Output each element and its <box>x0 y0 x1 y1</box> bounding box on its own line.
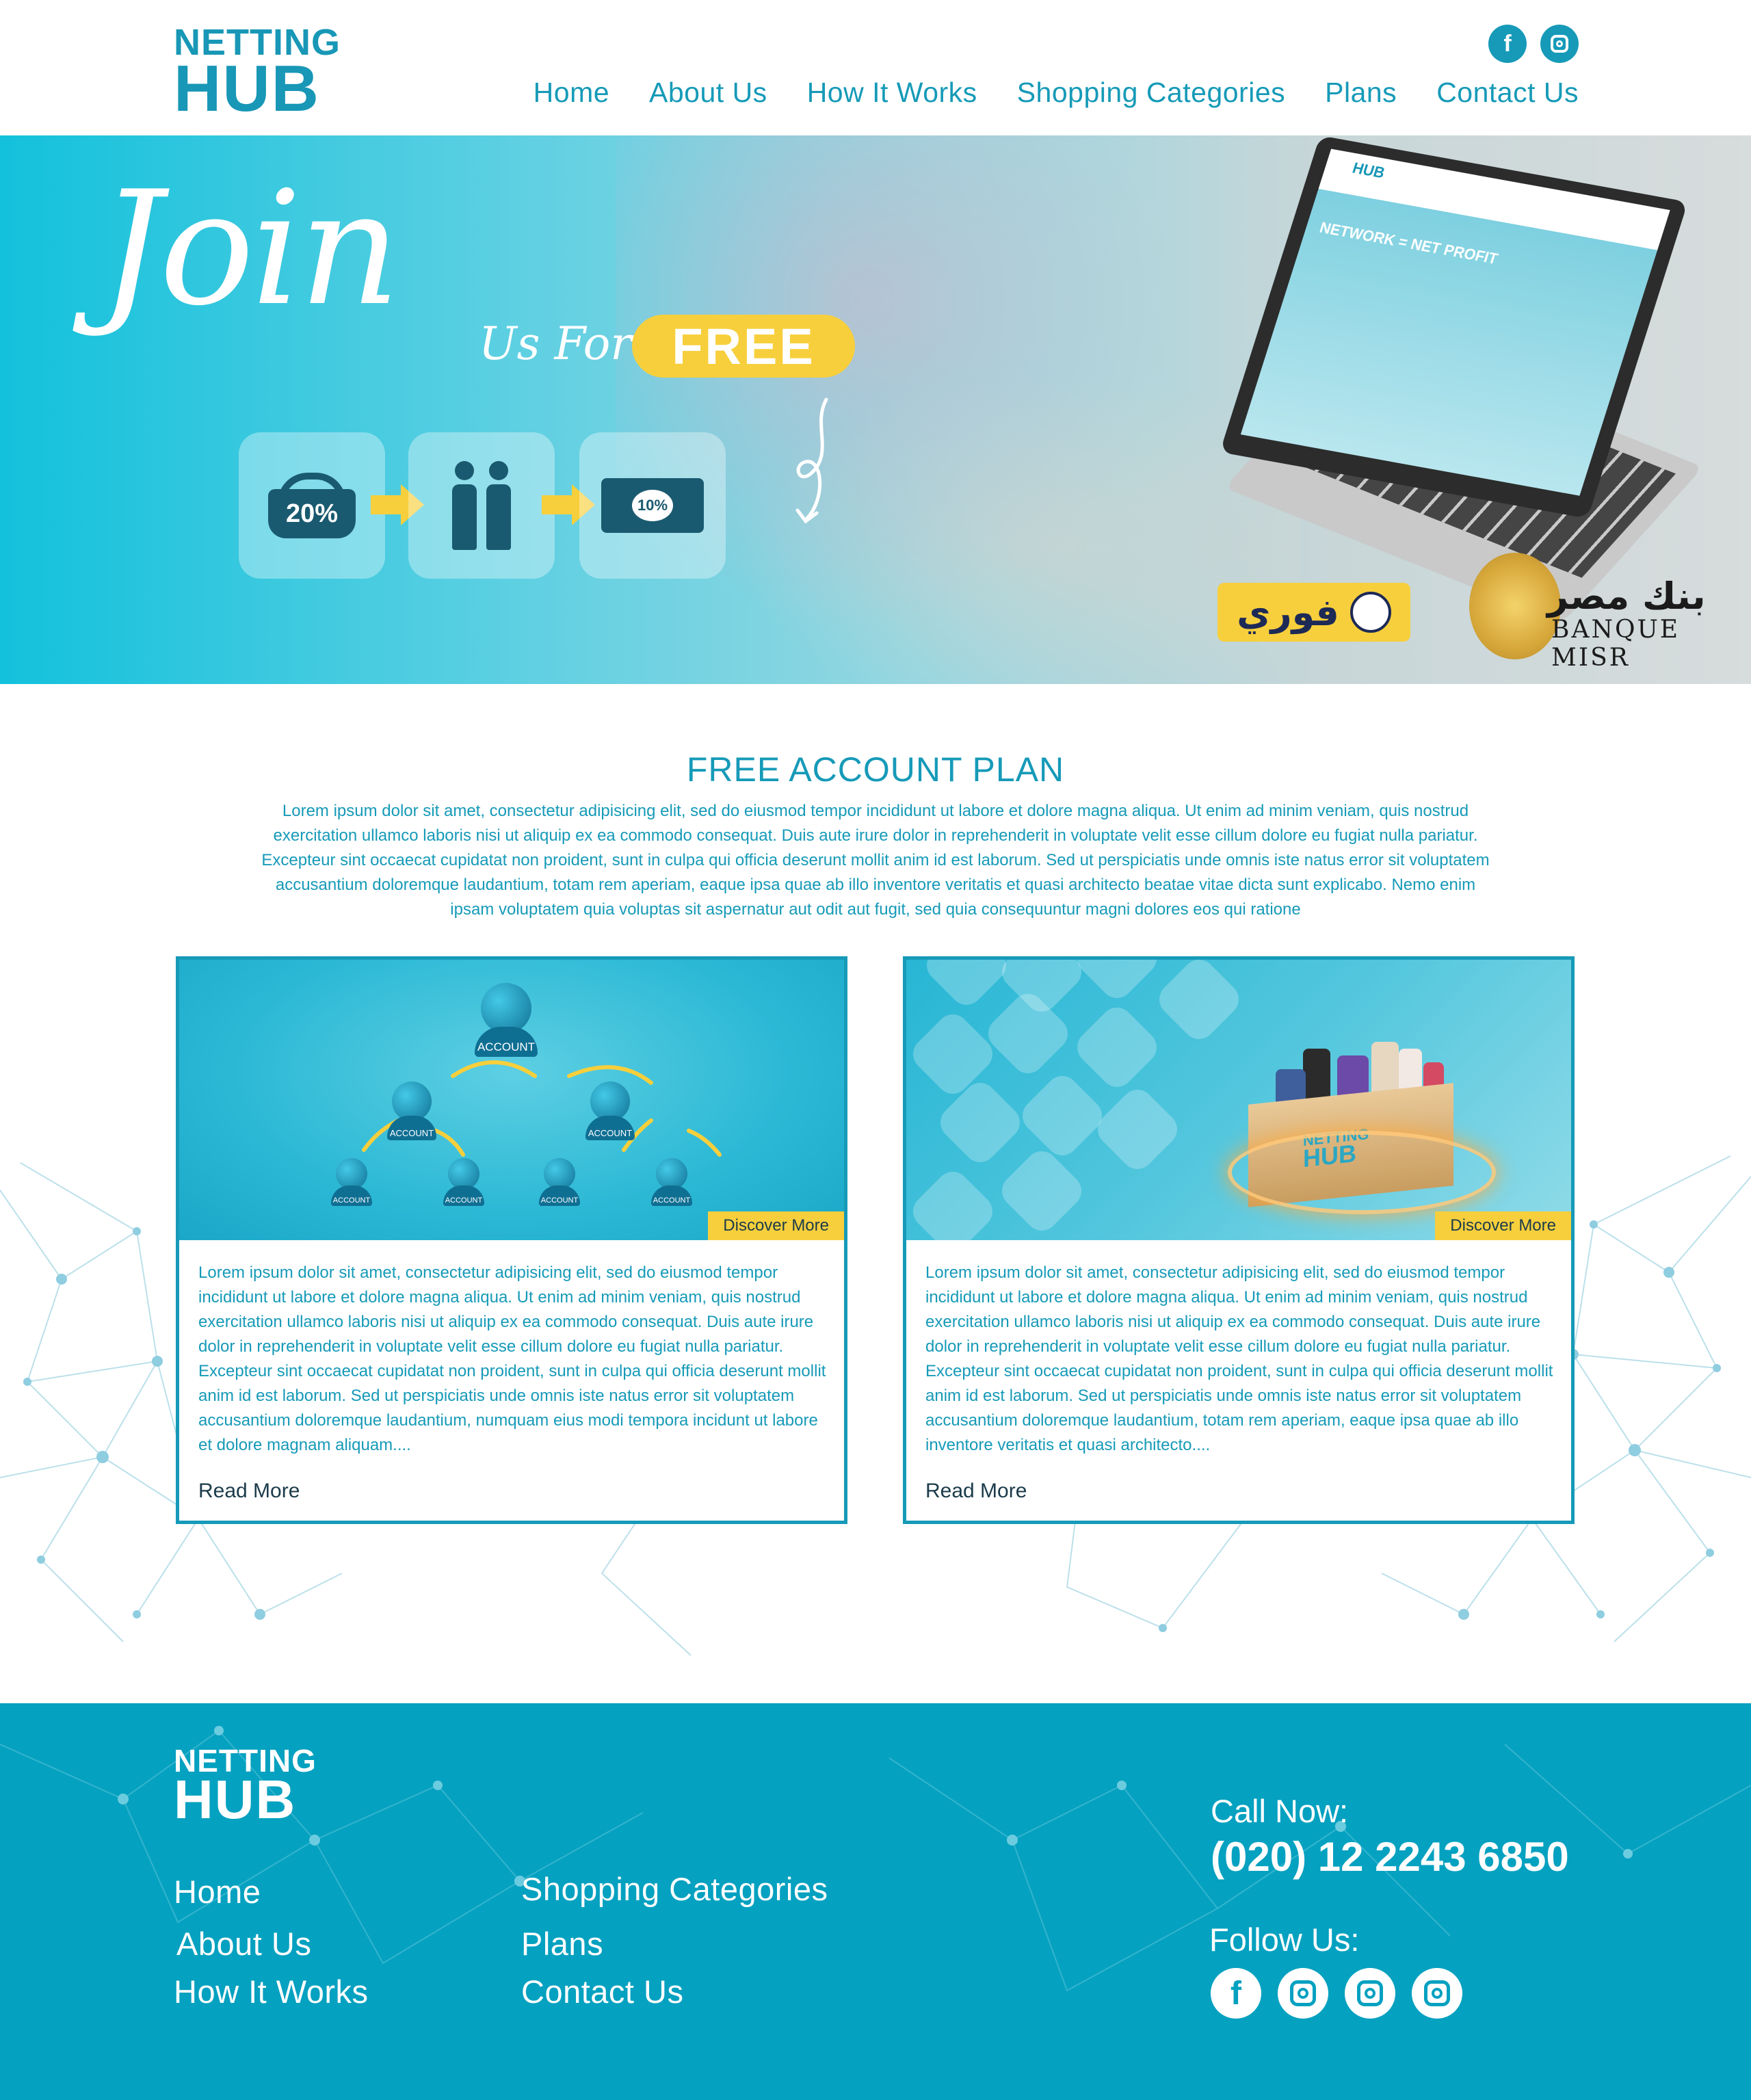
nav-contact-us[interactable]: Contact Us <box>1436 77 1579 109</box>
account-node-left: ACCOUNT <box>387 1081 436 1140</box>
footer-link-home[interactable]: Home <box>174 1873 261 1911</box>
free-badge: FREE <box>632 315 855 378</box>
cash-icon: 10% <box>601 478 704 533</box>
read-more-link[interactable]: Read More <box>925 1480 1027 1503</box>
nav-home[interactable]: Home <box>534 77 609 109</box>
plan-title: FREE ACCOUNT PLAN <box>686 750 1065 789</box>
call-now-label: Call Now: <box>1211 1793 1349 1829</box>
footer-link-plans[interactable]: Plans <box>521 1925 603 1963</box>
instagram-icon[interactable] <box>1540 25 1579 63</box>
glow-ring <box>1228 1131 1496 1214</box>
account-node-top: ACCOUNT <box>475 983 538 1057</box>
logo-line-2: HUB <box>174 1769 297 1830</box>
account-node: ACCOUNT <box>331 1158 372 1206</box>
product-box-image: NETTING HUB <box>1221 1028 1496 1214</box>
laptop-screen-logo: HUB <box>1350 159 1387 182</box>
fawry-logo: فوري <box>1217 583 1410 642</box>
step-basket-label: 20% <box>268 489 356 538</box>
follow-us-label: Follow Us: <box>1209 1921 1360 1958</box>
handshake-icon <box>452 461 511 550</box>
hero-banner: HUB NETWORK = NET PROFIT Join Us For FRE… <box>0 135 1751 684</box>
footer-link-contact-us[interactable]: Contact Us <box>521 1973 683 2010</box>
header-logo[interactable]: NETTING HUB <box>174 24 341 125</box>
footer-logo[interactable]: NETTING HUB <box>174 1745 317 1830</box>
laptop-screen-text: NETWORK = NET PROFIT <box>1317 218 1500 267</box>
network-plan-image: ACCOUNT ACCOUNT ACCOUNT ACCOUNT ACCOUNT … <box>179 960 844 1240</box>
account-node: ACCOUNT <box>443 1158 484 1206</box>
banque-misr-english: BANQUE MISR <box>1551 616 1681 672</box>
card-text: Lorem ipsum dolor sit amet, consectetur … <box>198 1263 826 1454</box>
card-shopping: NETTING HUB Discover More Lorem ipsum do… <box>903 956 1575 1524</box>
card-network: ACCOUNT ACCOUNT ACCOUNT ACCOUNT ACCOUNT … <box>176 956 847 1524</box>
step-cash-label: 10% <box>631 490 674 521</box>
plan-description: Lorem ipsum dolor sit amet, consectetur … <box>261 802 1490 919</box>
facebook-icon[interactable]: f <box>1488 25 1527 63</box>
instagram-icon[interactable] <box>1278 1968 1328 2019</box>
instagram-icon[interactable] <box>1412 1968 1462 2019</box>
step-handshake <box>408 432 555 579</box>
discover-more-button[interactable]: Discover More <box>1435 1211 1571 1240</box>
hero-headline: Join <box>99 158 400 341</box>
footer-social: f <box>1211 1968 1462 2019</box>
shopping-plan-image: NETTING HUB Discover More <box>906 960 1571 1240</box>
laptop-image: HUB NETWORK = NET PROFIT <box>1204 135 1724 624</box>
banque-misr-arabic: بنك مصر <box>1547 575 1706 618</box>
account-node: ACCOUNT <box>539 1158 580 1206</box>
step-basket: 20% <box>239 432 385 579</box>
nav-plans[interactable]: Plans <box>1325 77 1397 109</box>
footer-link-shopping-categories[interactable]: Shopping Categories <box>521 1870 828 1908</box>
hero-subheadline: Us For <box>479 317 632 370</box>
card-text: Lorem ipsum dolor sit amet, consectetur … <box>925 1263 1553 1454</box>
main-nav: Home About Us How It Works Shopping Cate… <box>534 77 1579 109</box>
header-social: f <box>1488 25 1579 63</box>
facebook-icon[interactable]: f <box>1211 1968 1261 2019</box>
read-more-link[interactable]: Read More <box>198 1480 300 1503</box>
fawry-emblem-icon <box>1350 592 1391 633</box>
nav-shopping-categories[interactable]: Shopping Categories <box>1017 77 1285 109</box>
nav-about-us[interactable]: About Us <box>649 77 767 109</box>
footer-link-how-it-works[interactable]: How It Works <box>174 1973 369 2010</box>
fawry-text: فوري <box>1237 590 1339 634</box>
discover-more-button[interactable]: Discover More <box>708 1211 844 1240</box>
nav-how-it-works[interactable]: How It Works <box>807 77 977 109</box>
footer-link-about-us[interactable]: About Us <box>176 1925 311 1963</box>
account-node-right: ACCOUNT <box>585 1081 635 1140</box>
shopping-basket-icon: 20% <box>268 473 356 538</box>
account-node: ACCOUNT <box>651 1158 692 1206</box>
curly-arrow-icon <box>795 397 828 524</box>
step-cash: 10% <box>579 432 726 579</box>
phone-number[interactable]: (020) 12 2243 6850 <box>1211 1833 1569 1880</box>
instagram-icon[interactable] <box>1345 1968 1395 2019</box>
logo-line-2: HUB <box>174 51 320 125</box>
